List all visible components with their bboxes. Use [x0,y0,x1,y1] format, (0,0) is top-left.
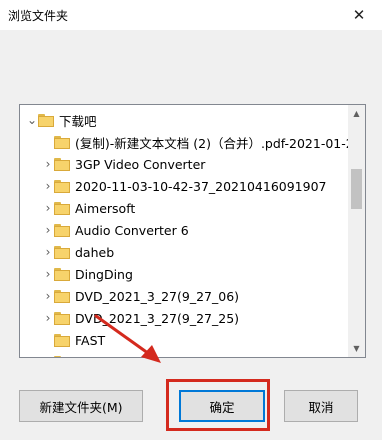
annotation-arrow [94,314,161,363]
watermark-logo [290,382,382,440]
